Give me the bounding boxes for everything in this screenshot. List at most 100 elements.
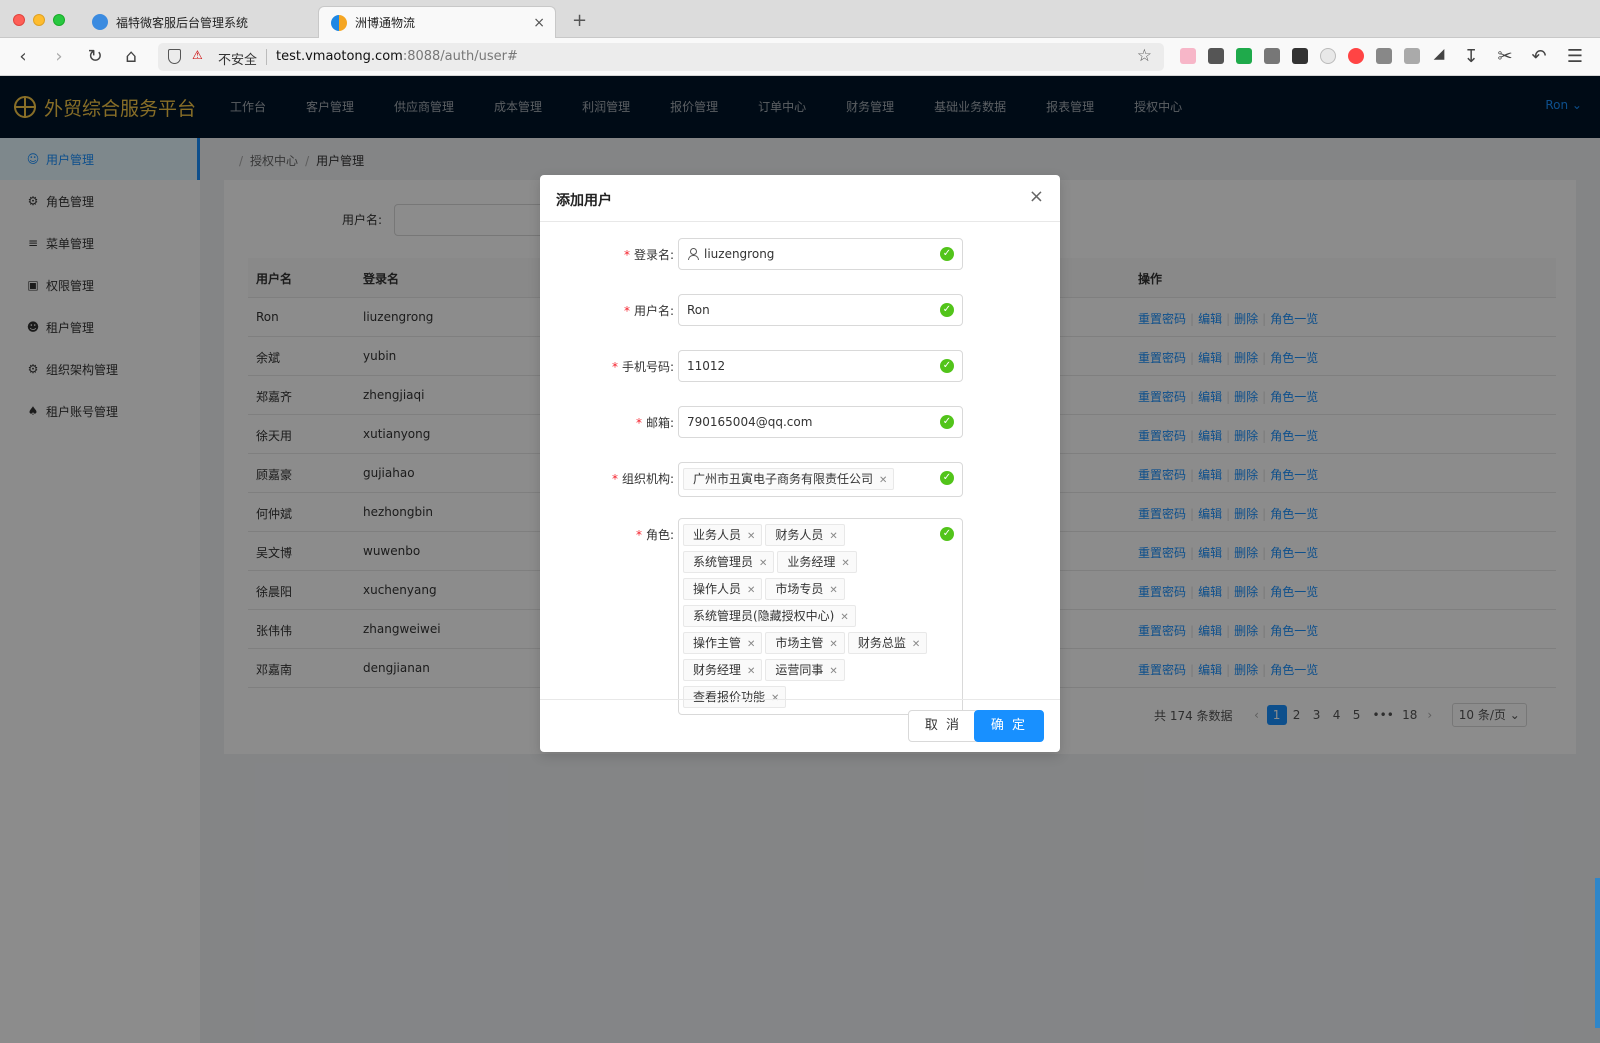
browser-tab-2[interactable]: 洲博通物流 × [318, 6, 556, 38]
camera-icon[interactable] [1264, 48, 1280, 64]
extension-icon[interactable] [1376, 48, 1392, 64]
tag-close-icon[interactable]: ✕ [829, 639, 837, 650]
required-mark: * [611, 472, 618, 486]
role-tag: 系统管理员(隐藏授权中心) ✕ [683, 605, 856, 627]
tag-close-icon[interactable]: ✕ [879, 475, 887, 486]
input-value: Ron [687, 303, 710, 317]
extension-icon[interactable] [1236, 48, 1252, 64]
tag-close-icon[interactable]: ✕ [840, 612, 848, 623]
role-tag: 市场主管 ✕ [765, 632, 845, 654]
check-circle-icon: ✓ [940, 415, 954, 429]
org-select[interactable]: 广州市丑寅电子商务有限责任公司 ✕ ✓ [678, 462, 963, 497]
tag-close-icon[interactable]: ✕ [747, 531, 755, 542]
dialog-header: 添加用户 × [540, 175, 1060, 222]
tag-close-icon[interactable]: ✕ [747, 639, 755, 650]
extension-icon[interactable] [1320, 48, 1336, 64]
user-icon [688, 248, 699, 260]
tag-label: 广州市丑寅电子商务有限责任公司 [693, 472, 874, 486]
confirm-button[interactable]: 确 定 [973, 710, 1044, 742]
tag-close-icon[interactable]: ✕ [841, 558, 849, 569]
undo-icon[interactable]: ↶ [1528, 46, 1550, 67]
tag-close-icon[interactable]: ✕ [747, 585, 755, 596]
url-divider [266, 49, 267, 65]
check-circle-icon: ✓ [940, 471, 954, 485]
tag-close-icon[interactable]: ✕ [829, 585, 837, 596]
extension-icon[interactable]: ◢ [1428, 46, 1450, 62]
tag-close-icon[interactable]: ✕ [829, 531, 837, 542]
field-label-suffix: : [669, 248, 674, 262]
url-host: test.vmaotong.com [276, 49, 403, 64]
extension-icon[interactable] [1348, 48, 1364, 64]
extension-icon[interactable] [1208, 48, 1224, 64]
security-label: 不安全 [218, 53, 258, 68]
field-label: * 手机号码: [612, 358, 674, 375]
role-tag: 业务经理 ✕ [777, 551, 857, 573]
cancel-button[interactable]: 取 消 [907, 710, 978, 742]
new-tab-icon[interactable]: + [572, 10, 587, 31]
scroll-indicator [1595, 878, 1600, 1028]
star-icon[interactable]: ☆ [1137, 46, 1152, 66]
check-circle-icon: ✓ [940, 303, 954, 317]
login-name-input[interactable]: liuzengrong ✓ [678, 238, 963, 270]
insecure-icon: ⚠ [192, 48, 203, 62]
tag-label: 系统管理员(隐藏授权中心) [693, 609, 835, 623]
download-icon[interactable]: ↧ [1460, 46, 1482, 67]
tag-label: 运营同事 [775, 663, 824, 677]
tag-close-icon[interactable]: ✕ [759, 558, 767, 569]
field-label-text: 手机号码 [621, 360, 670, 374]
tag-label: 业务人员 [693, 528, 742, 542]
tag-label: 系统管理员 [693, 555, 754, 569]
username-input[interactable]: Ron ✓ [678, 294, 963, 326]
role-tag: 财务经理 ✕ [683, 659, 763, 681]
field-label-text: 角色 [645, 528, 670, 542]
minimize-window-button[interactable] [33, 14, 45, 26]
home-icon[interactable]: ⌂ [120, 46, 142, 67]
field-label-suffix: : [669, 304, 674, 318]
tag-label: 操作人员 [693, 582, 742, 596]
roles-select[interactable]: 业务人员 ✕ 财务人员 ✕ 系统管理员 ✕ 业务经理 ✕ 操作人员 ✕ 市场专员 ✕ 系统管理员(隐藏授… [678, 518, 963, 715]
extension-icon[interactable] [1292, 48, 1308, 64]
phone-input[interactable]: 11012 ✓ [678, 350, 963, 382]
field-label-text: 组织机构 [621, 472, 670, 486]
extension-icon[interactable] [1180, 48, 1196, 64]
tab-favicon-icon [92, 14, 108, 30]
check-circle-icon: ✓ [940, 359, 954, 373]
reload-icon[interactable]: ↻ [84, 46, 106, 67]
address-bar: ‹ › ↻ ⌂ ⚠ 不安全 test.vmaotong.com:8088/aut… [0, 38, 1600, 76]
tab-close-icon[interactable]: × [533, 15, 545, 31]
field-label: * 邮箱: [636, 414, 674, 431]
role-tag: 操作主管 ✕ [683, 632, 763, 654]
close-icon[interactable]: × [1029, 186, 1044, 207]
tag-close-icon[interactable]: ✕ [747, 666, 755, 677]
tag-close-icon[interactable]: ✕ [912, 639, 920, 650]
url-input[interactable]: ⚠ 不安全 test.vmaotong.com:8088/auth/user# … [158, 43, 1164, 71]
field-label: * 用户名: [624, 302, 674, 319]
tag-label: 市场专员 [775, 582, 824, 596]
field-label: * 组织机构: [612, 470, 674, 487]
field-label-suffix: : [669, 360, 674, 374]
email-input[interactable]: 790165004@qq.com ✓ [678, 406, 963, 438]
add-user-dialog: 添加用户 × * 登录名: liuzengrong ✓ * 用户名: Ron ✓ *… [540, 175, 1060, 752]
field-label-suffix: : [669, 472, 674, 486]
field-label: * 登录名: [624, 246, 674, 263]
tab-title: 福特微客服后台管理系统 [116, 15, 249, 30]
role-tag: 财务人员 ✕ [765, 524, 845, 546]
tag-label: 财务经理 [693, 663, 742, 677]
menu-icon[interactable]: ☰ [1564, 46, 1586, 67]
tag-label: 财务总监 [857, 636, 906, 650]
input-value: 11012 [687, 359, 726, 373]
back-icon[interactable]: ‹ [12, 46, 34, 67]
url-path: :8088/auth/user# [402, 49, 518, 64]
zoom-window-button[interactable] [53, 14, 65, 26]
extension-icon[interactable] [1404, 48, 1420, 64]
browser-tab-1[interactable]: 福特微客服后台管理系统 [80, 6, 312, 38]
required-mark: * [623, 304, 630, 318]
dialog-title: 添加用户 [556, 193, 612, 209]
close-window-button[interactable] [13, 14, 25, 26]
required-mark: * [611, 360, 618, 374]
forward-icon[interactable]: › [48, 46, 70, 67]
input-value: 790165004@qq.com [687, 415, 813, 429]
scissors-icon[interactable]: ✂ [1494, 46, 1516, 67]
role-tag: 财务总监 ✕ [847, 632, 928, 654]
tag-close-icon[interactable]: ✕ [829, 666, 837, 677]
